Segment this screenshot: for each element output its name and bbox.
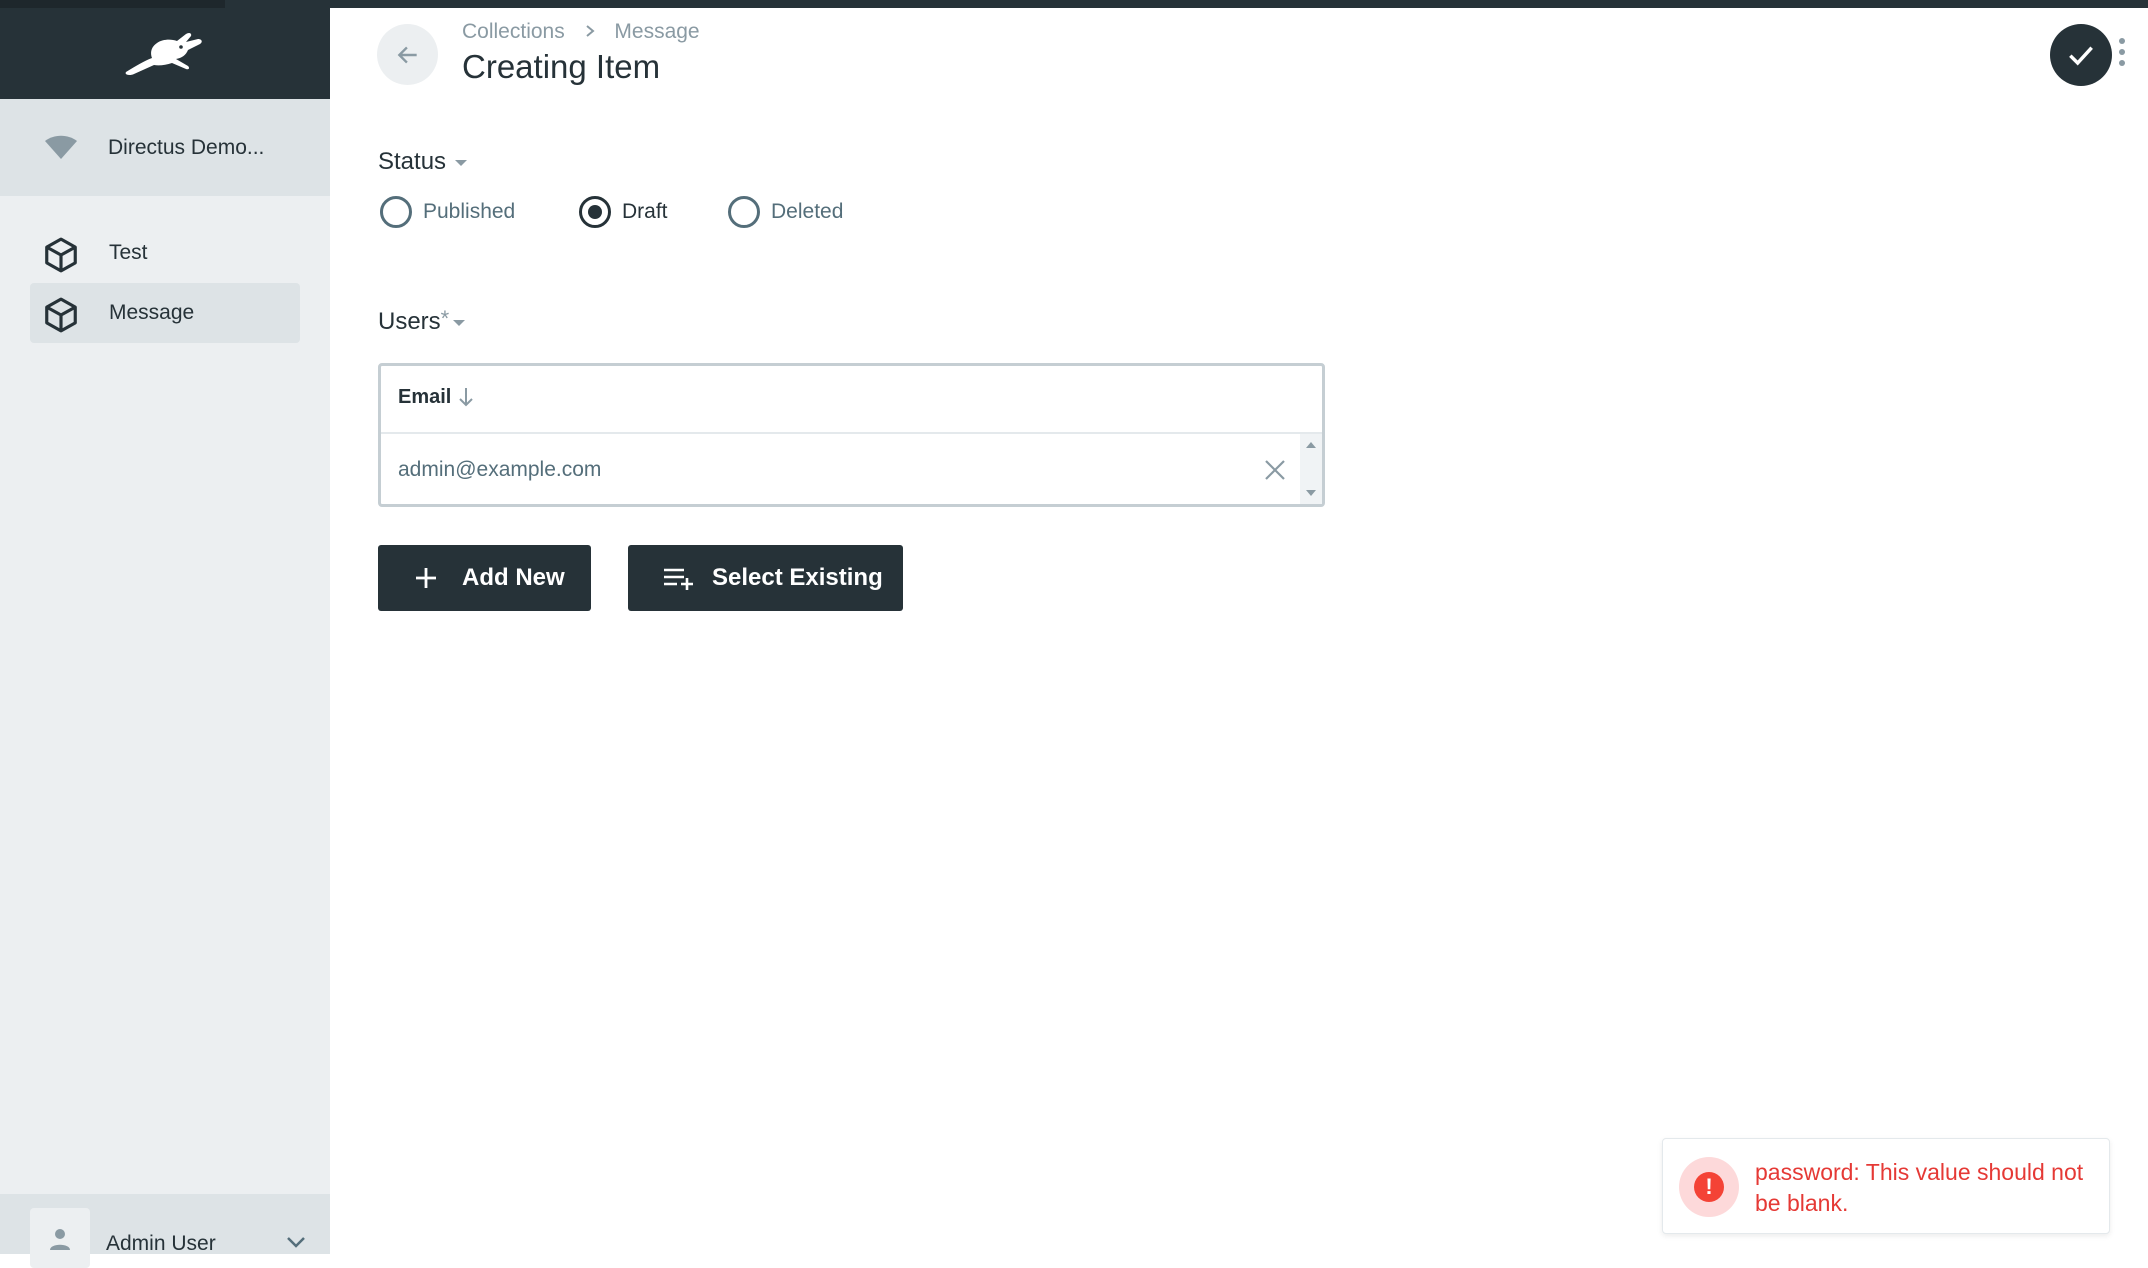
page-title: Creating Item bbox=[462, 48, 661, 85]
arrow-down-icon[interactable] bbox=[458, 386, 474, 408]
column-email[interactable]: Email bbox=[398, 386, 451, 409]
radio-circle bbox=[380, 196, 412, 228]
users-label: Users bbox=[378, 308, 441, 335]
arrow-left-icon bbox=[397, 46, 417, 64]
breadcrumb: Collections Message bbox=[462, 20, 700, 44]
users-field-label[interactable]: Users* bbox=[378, 306, 466, 336]
project-switcher[interactable]: Directus Demo... bbox=[0, 99, 330, 196]
radio-label: Draft bbox=[622, 200, 668, 223]
radio-circle bbox=[579, 196, 611, 228]
error-toast[interactable]: ! password: This value should not be bla… bbox=[1662, 1138, 2110, 1234]
table-header: Email bbox=[381, 366, 1322, 434]
project-name: Directus Demo... bbox=[108, 136, 265, 159]
cube-icon bbox=[45, 237, 77, 273]
back-button[interactable] bbox=[377, 24, 438, 85]
select-existing-button[interactable]: Select Existing bbox=[628, 545, 903, 611]
logo-block[interactable] bbox=[0, 8, 330, 99]
check-icon bbox=[2069, 46, 2093, 66]
breadcrumb-collections[interactable]: Collections bbox=[462, 20, 565, 44]
table-row[interactable]: admin@example.com bbox=[381, 434, 1301, 506]
toast-message: password: This value should not be blank… bbox=[1755, 1159, 2084, 1216]
sidebar-item-label: Message bbox=[109, 301, 195, 324]
required-mark: * bbox=[440, 306, 450, 331]
users-table: Email admin@example.com bbox=[378, 363, 1325, 507]
wifi-icon bbox=[45, 135, 77, 159]
user-menu[interactable]: Admin User bbox=[0, 1194, 330, 1268]
select-existing-label: Select Existing bbox=[712, 564, 883, 591]
scrollbar[interactable] bbox=[1300, 434, 1322, 504]
plus-icon bbox=[416, 568, 436, 588]
avatar bbox=[30, 1208, 90, 1268]
chevron-right-icon bbox=[585, 20, 595, 44]
scroll-up-icon[interactable] bbox=[1306, 442, 1316, 448]
rabbit-logo-icon bbox=[125, 32, 202, 76]
alert-icon: ! bbox=[1679, 1157, 1739, 1217]
sidebar-item-message[interactable]: Message bbox=[30, 283, 300, 343]
email-cell: admin@example.com bbox=[398, 458, 602, 481]
caret-down-icon bbox=[453, 319, 466, 326]
save-button[interactable] bbox=[2050, 24, 2112, 86]
user-name: Admin User bbox=[106, 1232, 216, 1255]
caret-down-icon bbox=[455, 159, 468, 166]
scroll-down-icon[interactable] bbox=[1306, 490, 1316, 496]
radio-label: Published bbox=[423, 200, 516, 223]
status-field-label[interactable]: Status bbox=[378, 148, 468, 176]
more-options-icon[interactable] bbox=[2116, 38, 2128, 72]
top-bar bbox=[0, 0, 2148, 8]
playlist-add-icon bbox=[664, 568, 693, 590]
sidebar: Directus Demo... Test Message Admin User bbox=[0, 8, 330, 1268]
sidebar-item-test[interactable]: Test bbox=[30, 223, 300, 283]
person-icon bbox=[50, 1229, 70, 1250]
radio-label: Deleted bbox=[771, 200, 844, 223]
radio-circle bbox=[728, 196, 760, 228]
close-icon[interactable] bbox=[1263, 458, 1287, 482]
breadcrumb-message[interactable]: Message bbox=[614, 20, 699, 44]
add-new-button[interactable]: Add New bbox=[378, 545, 591, 611]
chevron-down-icon[interactable] bbox=[286, 1236, 306, 1248]
top-bar-segment bbox=[0, 0, 225, 8]
sidebar-item-label: Test bbox=[109, 241, 148, 264]
status-label: Status bbox=[378, 148, 447, 175]
add-new-label: Add New bbox=[462, 564, 565, 591]
cube-icon bbox=[45, 297, 77, 333]
